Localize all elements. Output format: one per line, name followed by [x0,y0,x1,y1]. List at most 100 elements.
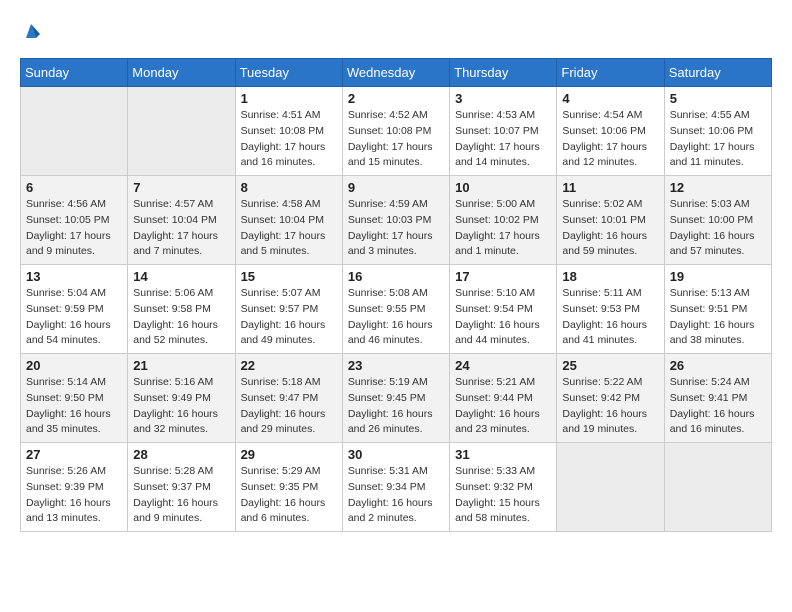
calendar-day-cell: 28Sunrise: 5:28 AM Sunset: 9:37 PM Dayli… [128,443,235,532]
day-number: 9 [348,180,444,195]
day-info: Sunrise: 5:13 AM Sunset: 9:51 PM Dayligh… [670,286,766,349]
calendar-day-cell: 2Sunrise: 4:52 AM Sunset: 10:08 PM Dayli… [342,87,449,176]
day-number: 18 [562,269,658,284]
calendar-week-row: 1 Sunrise: 4:51 AM Sunset: 10:08 PM Dayli… [21,87,772,176]
day-info: Sunrise: 5:24 AM Sunset: 9:41 PM Dayligh… [670,375,766,438]
calendar-day-cell: 6Sunrise: 4:56 AM Sunset: 10:05 PM Dayli… [21,176,128,265]
calendar-day-cell: 12 Sunrise: 5:03 AM Sunset: 10:00 PM Dayl… [664,176,771,265]
day-info: Sunrise: 5:04 AM Sunset: 9:59 PM Dayligh… [26,286,122,349]
day-info: Sunrise: 5:18 AM Sunset: 9:47 PM Dayligh… [241,375,337,438]
calendar-day-cell: 22 Sunrise: 5:18 AM Sunset: 9:47 PM Dayli… [235,354,342,443]
day-info: Sunrise: 4:52 AM Sunset: 10:08 PM Daylig… [348,108,444,171]
calendar-day-cell: 5Sunrise: 4:55 AM Sunset: 10:06 PM Dayli… [664,87,771,176]
calendar-day-cell: 11 Sunrise: 5:02 AM Sunset: 10:01 PM Dayl… [557,176,664,265]
day-info: Sunrise: 5:10 AM Sunset: 9:54 PM Dayligh… [455,286,551,349]
day-info: Sunrise: 5:06 AM Sunset: 9:58 PM Dayligh… [133,286,229,349]
day-number: 25 [562,358,658,373]
calendar-day-cell: 16Sunrise: 5:08 AM Sunset: 9:55 PM Dayli… [342,265,449,354]
day-number: 10 [455,180,551,195]
calendar-day-cell: 27 Sunrise: 5:26 AM Sunset: 9:39 PM Dayli… [21,443,128,532]
day-number: 31 [455,447,551,462]
day-info: Sunrise: 5:11 AM Sunset: 9:53 PM Dayligh… [562,286,658,349]
day-info: Sunrise: 5:21 AM Sunset: 9:44 PM Dayligh… [455,375,551,438]
weekday-header-saturday: Saturday [664,59,771,87]
day-info: Sunrise: 4:51 AM Sunset: 10:08 PM Daylig… [241,108,337,171]
day-info: Sunrise: 5:00 AM Sunset: 10:02 PM Daylig… [455,197,551,260]
calendar-day-cell: 23 Sunrise: 5:19 AM Sunset: 9:45 PM Dayli… [342,354,449,443]
day-number: 13 [26,269,122,284]
day-info: Sunrise: 4:59 AM Sunset: 10:03 PM Daylig… [348,197,444,260]
calendar-day-cell [21,87,128,176]
calendar-day-cell: 29 Sunrise: 5:29 AM Sunset: 9:35 PM Dayli… [235,443,342,532]
day-number: 12 [670,180,766,195]
calendar-day-cell: 7 Sunrise: 4:57 AM Sunset: 10:04 PM Dayli… [128,176,235,265]
calendar-day-cell [664,443,771,532]
calendar-table: SundayMondayTuesdayWednesdayThursdayFrid… [20,58,772,532]
day-number: 7 [133,180,229,195]
calendar-week-row: 20 Sunrise: 5:14 AM Sunset: 9:50 PM Dayli… [21,354,772,443]
calendar-day-cell: 26 Sunrise: 5:24 AM Sunset: 9:41 PM Dayli… [664,354,771,443]
day-number: 28 [133,447,229,462]
calendar-day-cell: 4 Sunrise: 4:54 AM Sunset: 10:06 PM Dayli… [557,87,664,176]
calendar-day-cell: 30Sunrise: 5:31 AM Sunset: 9:34 PM Dayli… [342,443,449,532]
day-number: 15 [241,269,337,284]
day-info: Sunrise: 4:57 AM Sunset: 10:04 PM Daylig… [133,197,229,260]
day-number: 8 [241,180,337,195]
day-number: 14 [133,269,229,284]
weekday-header-wednesday: Wednesday [342,59,449,87]
calendar-day-cell: 13 Sunrise: 5:04 AM Sunset: 9:59 PM Dayli… [21,265,128,354]
day-number: 20 [26,358,122,373]
calendar-day-cell: 24 Sunrise: 5:21 AM Sunset: 9:44 PM Dayli… [450,354,557,443]
day-number: 22 [241,358,337,373]
day-info: Sunrise: 5:29 AM Sunset: 9:35 PM Dayligh… [241,464,337,527]
weekday-header-sunday: Sunday [21,59,128,87]
day-number: 26 [670,358,766,373]
calendar-day-cell: 20 Sunrise: 5:14 AM Sunset: 9:50 PM Dayli… [21,354,128,443]
logo [20,20,46,42]
weekday-header-friday: Friday [557,59,664,87]
day-info: Sunrise: 5:02 AM Sunset: 10:01 PM Daylig… [562,197,658,260]
day-number: 6 [26,180,122,195]
day-number: 29 [241,447,337,462]
day-number: 24 [455,358,551,373]
day-number: 21 [133,358,229,373]
day-info: Sunrise: 5:14 AM Sunset: 9:50 PM Dayligh… [26,375,122,438]
weekday-header-row: SundayMondayTuesdayWednesdayThursdayFrid… [21,59,772,87]
day-info: Sunrise: 5:16 AM Sunset: 9:49 PM Dayligh… [133,375,229,438]
calendar-day-cell: 15 Sunrise: 5:07 AM Sunset: 9:57 PM Dayli… [235,265,342,354]
calendar-day-cell: 9 Sunrise: 4:59 AM Sunset: 10:03 PM Dayli… [342,176,449,265]
day-info: Sunrise: 5:07 AM Sunset: 9:57 PM Dayligh… [241,286,337,349]
day-info: Sunrise: 4:53 AM Sunset: 10:07 PM Daylig… [455,108,551,171]
day-number: 4 [562,91,658,106]
day-number: 17 [455,269,551,284]
calendar-week-row: 27 Sunrise: 5:26 AM Sunset: 9:39 PM Dayli… [21,443,772,532]
weekday-header-thursday: Thursday [450,59,557,87]
calendar-day-cell [557,443,664,532]
day-number: 16 [348,269,444,284]
day-number: 11 [562,180,658,195]
day-info: Sunrise: 5:22 AM Sunset: 9:42 PM Dayligh… [562,375,658,438]
day-info: Sunrise: 4:58 AM Sunset: 10:04 PM Daylig… [241,197,337,260]
calendar-day-cell: 21 Sunrise: 5:16 AM Sunset: 9:49 PM Dayli… [128,354,235,443]
weekday-header-monday: Monday [128,59,235,87]
page-header [20,20,772,42]
logo-icon [20,20,42,42]
day-number: 23 [348,358,444,373]
day-number: 3 [455,91,551,106]
calendar-day-cell: 14 Sunrise: 5:06 AM Sunset: 9:58 PM Dayli… [128,265,235,354]
day-info: Sunrise: 5:33 AM Sunset: 9:32 PM Dayligh… [455,464,551,527]
day-info: Sunrise: 5:26 AM Sunset: 9:39 PM Dayligh… [26,464,122,527]
calendar-day-cell: 19 Sunrise: 5:13 AM Sunset: 9:51 PM Dayli… [664,265,771,354]
calendar-day-cell [128,87,235,176]
calendar-day-cell: 10 Sunrise: 5:00 AM Sunset: 10:02 PM Dayl… [450,176,557,265]
day-number: 1 [241,91,337,106]
day-number: 19 [670,269,766,284]
day-info: Sunrise: 4:54 AM Sunset: 10:06 PM Daylig… [562,108,658,171]
day-info: Sunrise: 5:19 AM Sunset: 9:45 PM Dayligh… [348,375,444,438]
calendar-day-cell: 3 Sunrise: 4:53 AM Sunset: 10:07 PM Dayli… [450,87,557,176]
calendar-day-cell: 17 Sunrise: 5:10 AM Sunset: 9:54 PM Dayli… [450,265,557,354]
calendar-day-cell: 18 Sunrise: 5:11 AM Sunset: 9:53 PM Dayli… [557,265,664,354]
day-number: 5 [670,91,766,106]
day-info: Sunrise: 5:03 AM Sunset: 10:00 PM Daylig… [670,197,766,260]
day-number: 27 [26,447,122,462]
